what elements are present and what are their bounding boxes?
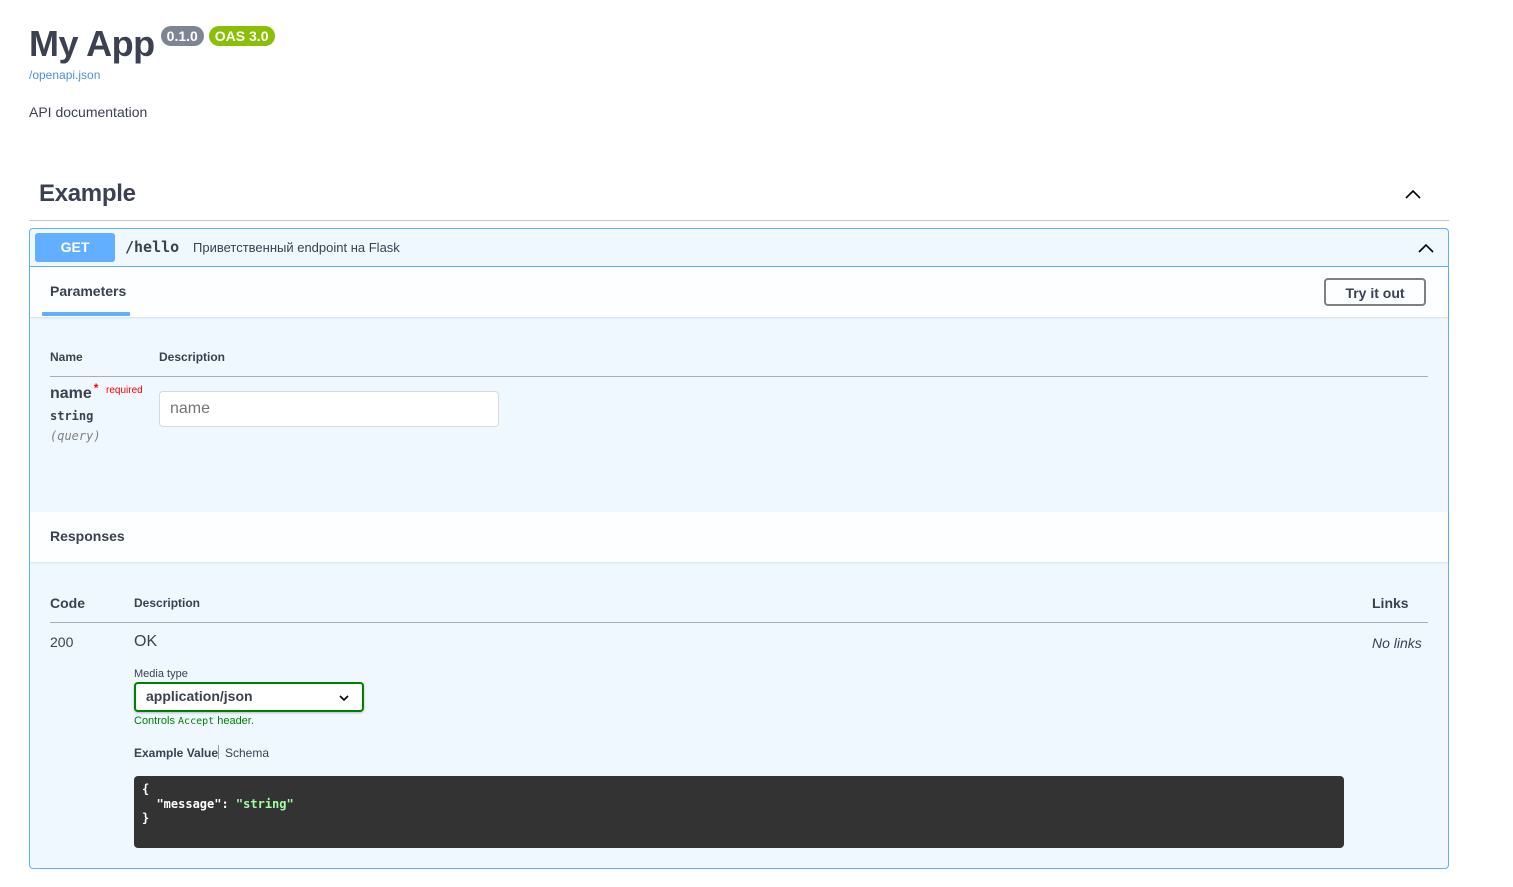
required-star: * (93, 381, 99, 395)
title-row: My App 0.1.0 OAS 3.0 (29, 18, 275, 70)
chevron-up-icon[interactable] (1416, 238, 1436, 258)
response-code: 200 (50, 634, 74, 650)
responses-title: Responses (50, 528, 125, 544)
chevron-up-icon[interactable] (1403, 184, 1423, 204)
response-col-description: Description (134, 596, 201, 610)
openapi-json-link[interactable]: /openapi.json (29, 68, 275, 82)
operation-block: GET /hello Приветственный endpoint на Fl… (29, 228, 1449, 869)
response-col-code: Code (50, 595, 85, 611)
operation-summary-text: Приветственный endpoint на Flask (193, 240, 400, 255)
response-col-links: Links (1372, 595, 1409, 611)
param-col-name: Name (50, 350, 83, 364)
response-links: No links (1372, 635, 1422, 651)
media-type-value: application/json (146, 688, 253, 704)
tag-name: Example (39, 180, 136, 207)
param-type: string (50, 409, 94, 423)
controls-accept-note: Controls Accept header. (134, 715, 254, 727)
operation-path: /hello (125, 238, 180, 256)
active-tab-indicator (42, 312, 130, 316)
name-param-input[interactable] (159, 391, 499, 427)
method-badge: GET (35, 233, 115, 262)
response-table-divider (50, 622, 1428, 623)
api-info: My App 0.1.0 OAS 3.0 /openapi.json (29, 18, 275, 82)
tab-parameters[interactable]: Parameters (50, 283, 126, 299)
required-label: required (106, 385, 143, 396)
param-table-divider (50, 376, 1428, 377)
operation-summary[interactable]: GET /hello Приветственный endpoint на Fl… (30, 229, 1448, 267)
oas-badge: OAS 3.0 (208, 26, 275, 46)
responses-header: Responses (30, 512, 1448, 562)
try-it-out-button[interactable]: Try it out (1324, 278, 1426, 306)
api-description: API documentation (29, 104, 148, 120)
param-col-description: Description (159, 350, 226, 364)
tab-example-value[interactable]: Example Value (134, 746, 218, 760)
media-type-select[interactable]: application/json (134, 682, 364, 712)
tag-header[interactable]: Example (29, 168, 1449, 221)
param-location: (query) (50, 429, 101, 443)
parameters-header: Parameters Try it out (30, 267, 1448, 317)
chevron-down-icon (339, 695, 349, 702)
param-name: name * (50, 381, 99, 402)
tab-separator (218, 745, 219, 759)
media-type-label: Media type (134, 668, 188, 680)
example-value-code: { "message": "string" } (134, 776, 1344, 848)
tab-schema[interactable]: Schema (225, 746, 269, 760)
version-badge: 0.1.0 (160, 26, 204, 46)
app-title: My App (29, 23, 155, 64)
tag-section: Example (29, 168, 1449, 221)
response-description: OK (134, 633, 158, 650)
